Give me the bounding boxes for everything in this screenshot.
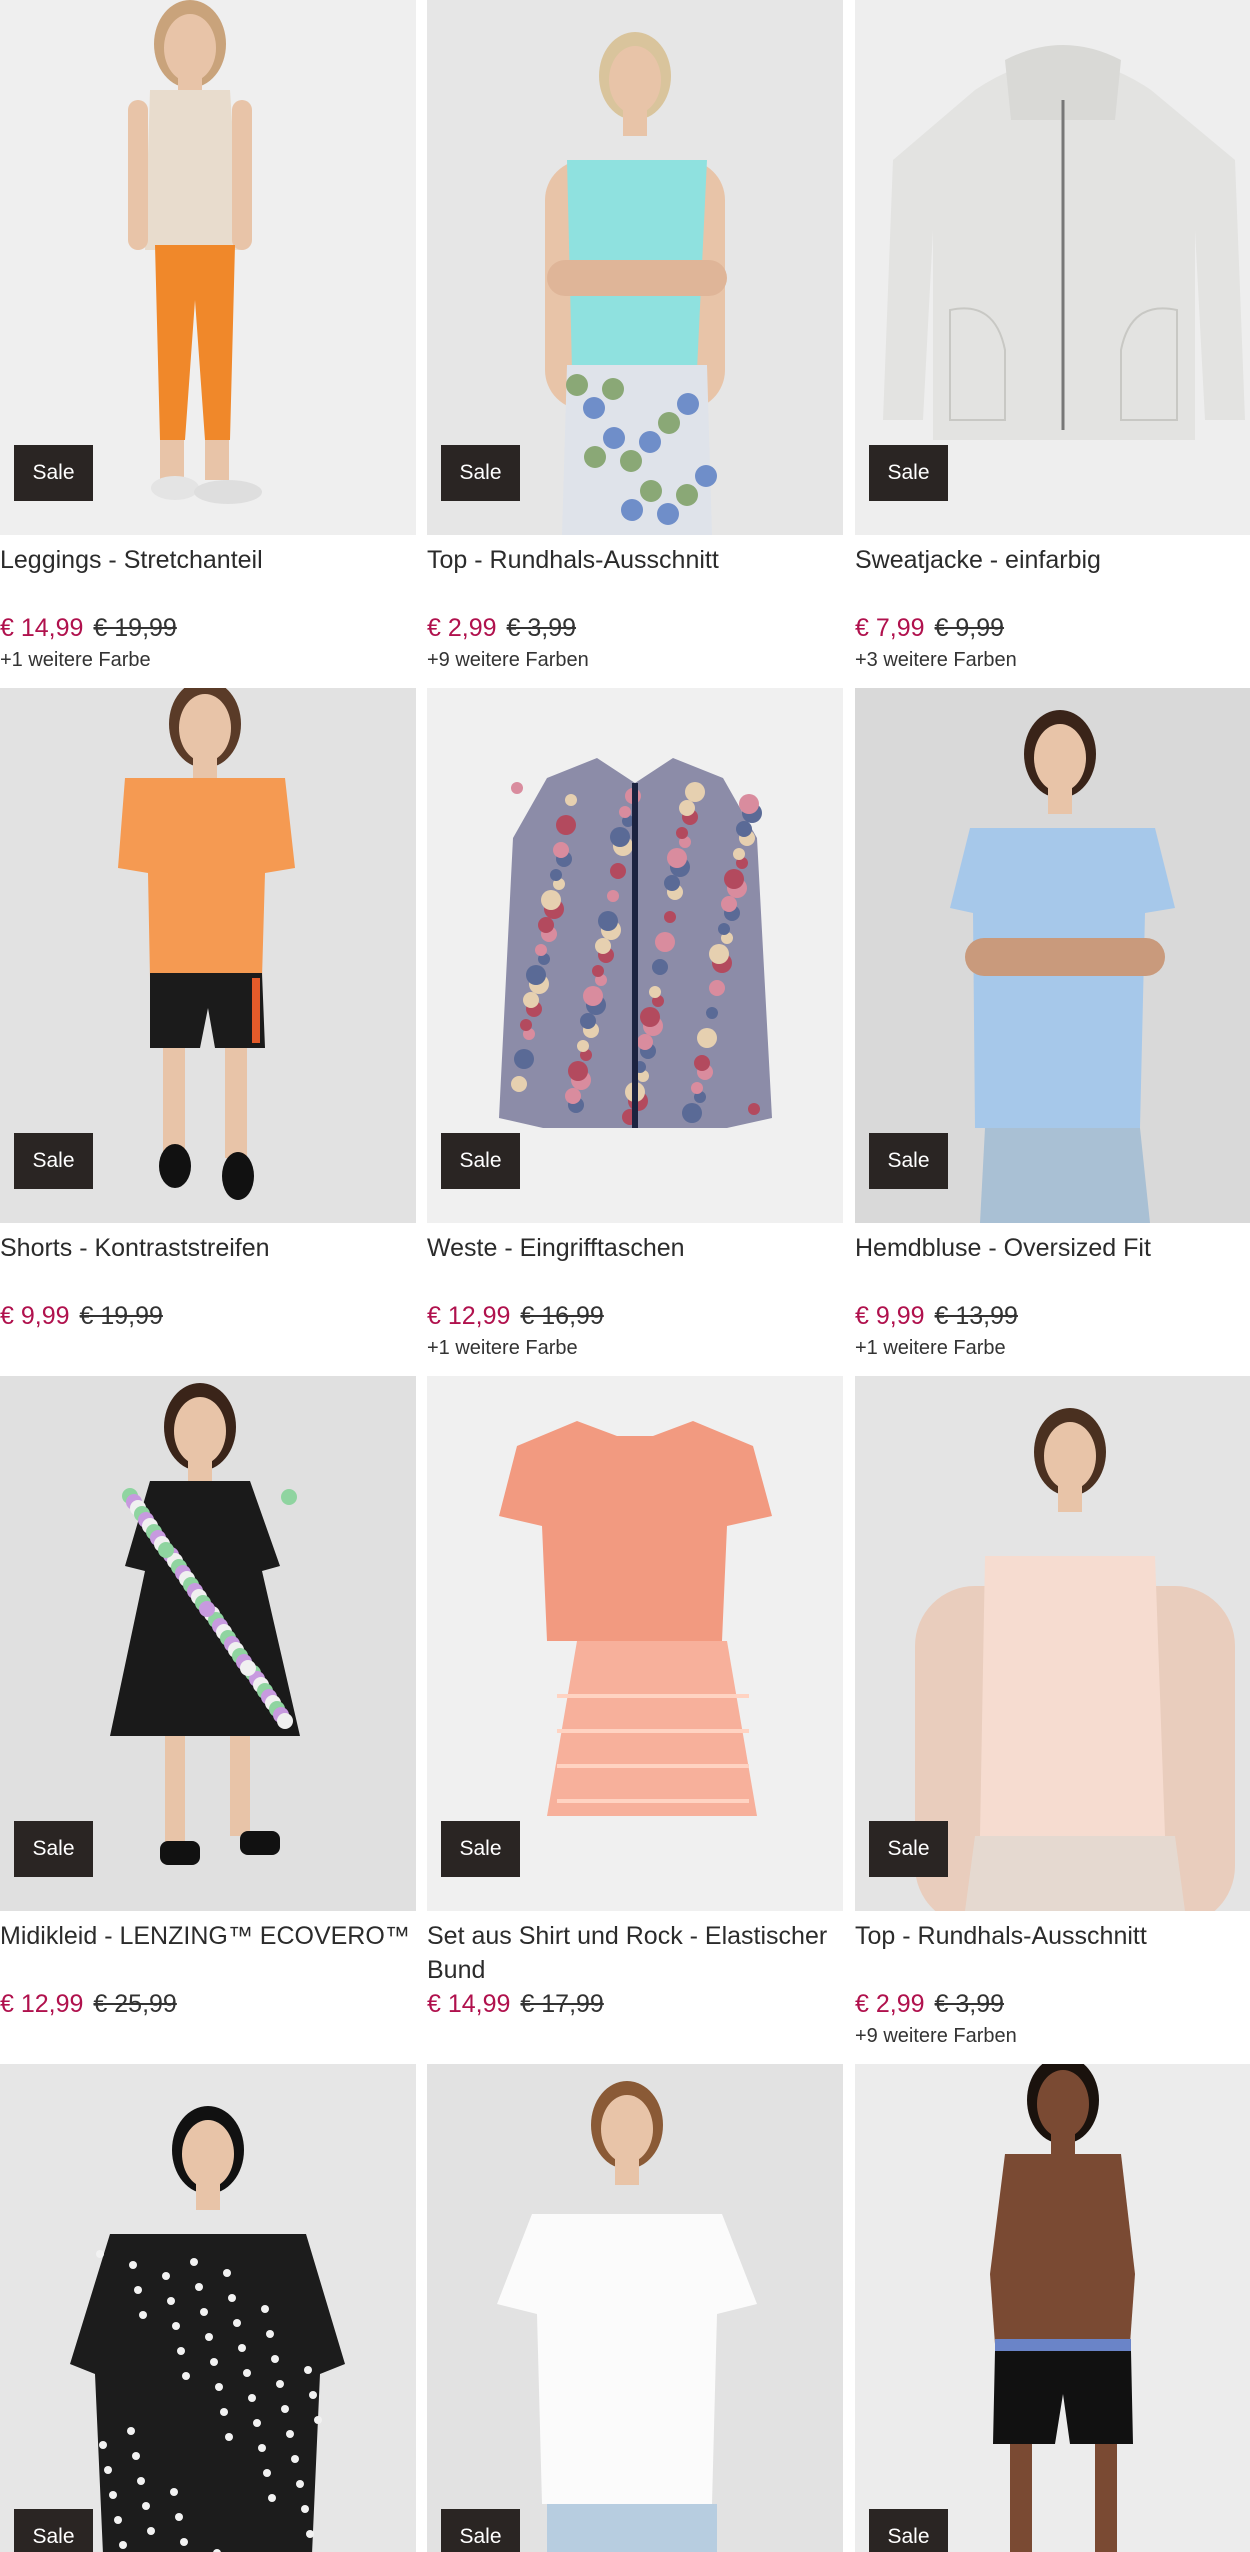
original-price: € 25,99 [93,1990,177,2018]
original-price: € 3,99 [934,1990,1005,2018]
product-card[interactable]: Sale Top - Rundhals-Ausschnitt € 2,99 € 3… [427,0,843,675]
product-prices: € 7,99 € 9,99 [855,611,1250,645]
more-colors[interactable]: +1 weitere Farbe [855,1333,1250,1363]
product-title[interactable]: Midikleid - LENZING™ ECOVERO™ [0,1919,416,1987]
original-price: € 19,99 [93,614,177,642]
original-price: € 16,99 [520,1302,604,1330]
product-grid: Sale Leggings - Stretchanteil € 14,99 € 1… [0,0,1250,2552]
sale-price: € 7,99 [855,614,925,642]
product-image[interactable]: Sale [427,1376,843,1911]
product-card[interactable]: Sale [427,2064,843,2552]
product-prices: € 2,99 € 3,99 [427,611,843,645]
original-price: € 3,99 [506,614,577,642]
sale-badge: Sale [869,2509,948,2552]
sale-price: € 9,99 [855,1302,925,1330]
product-photo-illustration [497,2081,757,2552]
original-price: € 13,99 [934,1302,1018,1330]
sale-price: € 12,99 [427,1302,511,1330]
product-card[interactable]: Sale Leggings - Stretchanteil € 14,99 € 1… [0,0,416,675]
sale-price: € 2,99 [427,614,497,642]
more-colors[interactable]: +1 weitere Farbe [0,645,416,675]
product-title[interactable]: Shorts - Kontraststreifen [0,1231,416,1299]
product-prices: € 12,99 € 16,99 [427,1299,843,1333]
product-prices: € 14,99 € 19,99 [0,611,416,645]
product-image[interactable]: Sale [855,2064,1250,2552]
product-image[interactable]: Sale [0,688,416,1223]
sale-badge: Sale [441,445,520,501]
product-card[interactable]: Sale Hemdbluse - Oversized Fit € 9,99 € 1… [855,688,1250,1363]
product-card[interactable]: Sale Weste - Eingrifftaschen € 12,99 € 16… [427,688,843,1363]
product-prices: € 9,99 € 13,99 [855,1299,1250,1333]
sale-badge: Sale [441,1133,520,1189]
sale-badge: Sale [14,2509,93,2552]
product-image[interactable]: Sale [0,1376,416,1911]
product-card[interactable]: Sale Sweatjacke - einfarbig € 7,99 € 9,99… [855,0,1250,675]
product-image[interactable]: Sale [855,1376,1250,1911]
product-image[interactable]: Sale [855,0,1250,535]
product-card[interactable]: Sale [0,2064,416,2552]
sale-badge: Sale [441,2509,520,2552]
more-colors[interactable]: +9 weitere Farben [855,2021,1250,2051]
product-image[interactable]: Sale [427,2064,843,2552]
original-price: € 9,99 [934,614,1005,642]
product-title[interactable]: Leggings - Stretchanteil [0,543,416,611]
sale-price: € 9,99 [0,1302,70,1330]
sale-badge: Sale [869,445,948,501]
sale-price: € 2,99 [855,1990,925,2018]
product-prices: € 9,99 € 19,99 [0,1299,416,1333]
product-photo-illustration [990,2064,1135,2552]
product-title[interactable]: Weste - Eingrifftaschen [427,1231,843,1299]
more-colors[interactable]: +3 weitere Farben [855,645,1250,675]
sale-badge: Sale [14,1821,93,1877]
sale-badge: Sale [14,445,93,501]
product-prices: € 2,99 € 3,99 [855,1987,1250,2021]
sale-badge: Sale [869,1821,948,1877]
sale-price: € 14,99 [0,614,84,642]
product-title[interactable]: Set aus Shirt und Rock - Elastischer Bun… [427,1919,843,1987]
product-image[interactable]: Sale [427,688,843,1223]
sale-badge: Sale [869,1133,948,1189]
product-card[interactable]: Sale Midikleid - LENZING™ ECOVERO™ € 12,… [0,1376,416,2021]
product-image[interactable]: Sale [0,0,416,535]
sale-price: € 14,99 [427,1990,511,2018]
product-card[interactable]: Sale [855,2064,1250,2552]
product-image[interactable]: Sale [0,2064,416,2552]
product-title[interactable]: Top - Rundhals-Ausschnitt [427,543,843,611]
original-price: € 17,99 [520,1990,604,2018]
sale-badge: Sale [14,1133,93,1189]
product-title[interactable]: Top - Rundhals-Ausschnitt [855,1919,1250,1987]
product-photo-illustration [70,2106,345,2552]
product-card[interactable]: Sale Top - Rundhals-Ausschnitt € 2,99 € 3… [855,1376,1250,2051]
product-prices: € 12,99 € 25,99 [0,1987,416,2021]
product-card[interactable]: Sale Set aus Shirt und Rock - Elastische… [427,1376,843,2021]
more-colors[interactable]: +9 weitere Farben [427,645,843,675]
product-title[interactable]: Sweatjacke - einfarbig [855,543,1250,611]
product-image[interactable]: Sale [855,688,1250,1223]
sale-price: € 12,99 [0,1990,84,2018]
more-colors[interactable]: +1 weitere Farbe [427,1333,843,1363]
product-image[interactable]: Sale [427,0,843,535]
sale-badge: Sale [441,1821,520,1877]
product-title[interactable]: Hemdbluse - Oversized Fit [855,1231,1250,1299]
original-price: € 19,99 [79,1302,163,1330]
product-prices: € 14,99 € 17,99 [427,1987,843,2021]
product-card[interactable]: Sale Shorts - Kontraststreifen € 9,99 € 1… [0,688,416,1333]
